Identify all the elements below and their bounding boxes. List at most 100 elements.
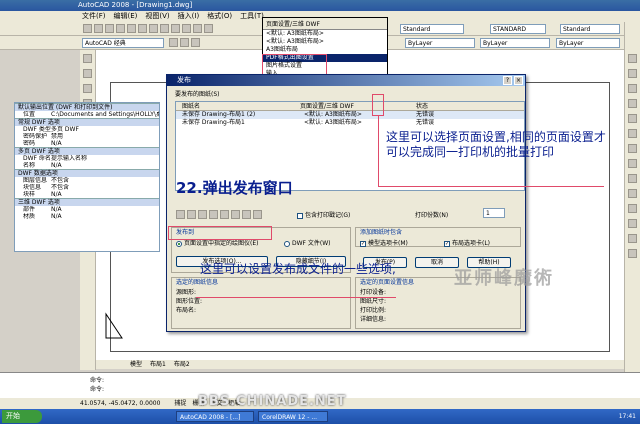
- copies-input[interactable]: 1: [483, 208, 505, 218]
- page-setup-option[interactable]: A3图纸布局: [263, 46, 387, 54]
- cut-icon[interactable]: [149, 24, 158, 33]
- properties-section-title[interactable]: 默认输出位置 (DWF 和打印到文件): [15, 103, 159, 111]
- modify-tool-icon[interactable]: [628, 189, 637, 198]
- help-title-icon[interactable]: ?: [503, 76, 512, 85]
- move-up-icon[interactable]: [209, 210, 218, 219]
- lineweight-combo[interactable]: ByLayer: [556, 38, 620, 48]
- plot-icon[interactable]: [116, 24, 125, 33]
- properties-row[interactable]: DWF 命名提示输入名称: [15, 155, 159, 162]
- property-value[interactable]: N/A: [51, 191, 62, 198]
- menu-item[interactable]: 插入(I): [178, 12, 200, 20]
- modify-tool-icon[interactable]: [628, 129, 637, 138]
- undo-icon[interactable]: [193, 24, 202, 33]
- remove-sheet-icon[interactable]: [198, 210, 207, 219]
- menu-item[interactable]: 视图(V): [145, 12, 169, 20]
- move-down-icon[interactable]: [220, 210, 229, 219]
- tab-1[interactable]: 布局1: [150, 361, 166, 368]
- table-row[interactable]: 未保存 Drawing-布局1 <默认: A3图纸布局> 无错误: [176, 119, 524, 127]
- page-setup-option[interactable]: <默认: A3图纸布局>: [263, 30, 387, 38]
- paste-icon[interactable]: [171, 24, 180, 33]
- publish-icon[interactable]: [138, 24, 147, 33]
- color-combo[interactable]: ByLayer: [405, 38, 475, 48]
- page-setup-cell[interactable]: <默认: A3图纸布局>: [304, 119, 362, 127]
- modify-tool-icon[interactable]: [628, 54, 637, 63]
- polygon-icon[interactable]: [83, 84, 92, 93]
- modify-tool-icon[interactable]: [628, 114, 637, 123]
- layer-manager-icon[interactable]: [180, 38, 189, 47]
- publish-options-panel[interactable]: 默认输出位置 (DWF 和打印到文件) 位置 C:\Documents and Se…: [14, 102, 160, 252]
- save-icon[interactable]: [105, 24, 114, 33]
- property-value[interactable]: C:\Documents and Settings\HOLLY\桌面\: [51, 111, 159, 118]
- modify-tool-icon[interactable]: [628, 249, 637, 258]
- properties-row[interactable]: 部件 N/A: [15, 206, 159, 213]
- cancel-button[interactable]: 取消: [415, 257, 459, 268]
- menu-item[interactable]: 格式(O): [207, 12, 232, 20]
- textstyle-combo[interactable]: Standard: [400, 24, 464, 34]
- modify-tool-icon[interactable]: [628, 174, 637, 183]
- modify-tool-icon[interactable]: [628, 99, 637, 108]
- property-value[interactable]: 不包含: [51, 184, 69, 191]
- properties-row[interactable]: 块样 N/A: [15, 191, 159, 198]
- properties-row[interactable]: 密码保护 禁用: [15, 133, 159, 140]
- load-list-icon[interactable]: [231, 210, 240, 219]
- tab-2[interactable]: 布局2: [174, 361, 190, 368]
- open-file-icon[interactable]: [94, 24, 103, 33]
- match-properties-icon[interactable]: [182, 24, 191, 33]
- workspace-combo[interactable]: AutoCAD 经典: [82, 38, 164, 48]
- page-setup-option[interactable]: <默认: A3图纸布局>: [263, 38, 387, 46]
- modify-tool-icon[interactable]: [628, 159, 637, 168]
- properties-section-title[interactable]: DWF 数据选项: [15, 169, 159, 177]
- table-row[interactable]: 未保存 Drawing-布局1 (2) <默认: A3图纸布局> 无错误: [176, 111, 524, 119]
- properties-section-title[interactable]: 常规 DWF 选项: [15, 118, 159, 126]
- modify-tool-icon[interactable]: [628, 204, 637, 213]
- modify-tool-icon[interactable]: [628, 69, 637, 78]
- properties-row[interactable]: 块信息 不包含: [15, 184, 159, 191]
- plot-stamp-icon[interactable]: [253, 210, 262, 219]
- page-setup-cell[interactable]: <默认: A3图纸布局>: [304, 111, 362, 119]
- modify-tool-icon[interactable]: [628, 144, 637, 153]
- preview-icon[interactable]: [127, 24, 136, 33]
- start-button[interactable]: 开始: [2, 410, 42, 423]
- properties-row[interactable]: DWF 类型多页 DWF: [15, 126, 159, 133]
- property-value[interactable]: N/A: [51, 213, 62, 220]
- properties-section-title[interactable]: 三维 DWF 选项: [15, 198, 159, 206]
- redo-icon[interactable]: [204, 24, 213, 33]
- property-value[interactable]: N/A: [51, 206, 62, 213]
- property-value[interactable]: N/A: [51, 140, 62, 147]
- properties-row[interactable]: 图层信息 不包含: [15, 177, 159, 184]
- add-sheet-icon[interactable]: [187, 210, 196, 219]
- taskbar-autocad[interactable]: AutoCAD 2008 - [...]: [176, 411, 254, 422]
- modify-tool-icon[interactable]: [628, 219, 637, 228]
- polyline-icon[interactable]: [83, 69, 92, 78]
- close-icon[interactable]: ×: [514, 76, 523, 85]
- new-file-icon[interactable]: [83, 24, 92, 33]
- properties-row[interactable]: 位置 C:\Documents and Settings\HOLLY\桌面\: [15, 111, 159, 118]
- model-tab-check[interactable]: ✓ 模型选项卡(M): [360, 238, 408, 247]
- tab-0[interactable]: 模型: [130, 361, 142, 368]
- linetype-combo[interactable]: ByLayer: [480, 38, 550, 48]
- preview-sheet-icon[interactable]: [176, 210, 185, 219]
- modify-tool-icon[interactable]: [628, 234, 637, 243]
- copy-icon[interactable]: [160, 24, 169, 33]
- properties-section-title[interactable]: 多页 DWF 选项: [15, 147, 159, 155]
- radio-dwf[interactable]: DWF 文件(W): [284, 238, 331, 247]
- menu-item[interactable]: 文件(F): [82, 12, 106, 20]
- tablestyle-combo[interactable]: Standard: [560, 24, 620, 34]
- save-list-icon[interactable]: [242, 210, 251, 219]
- property-value[interactable]: 多页 DWF: [51, 126, 79, 133]
- properties-row[interactable]: 名称 N/A: [15, 162, 159, 169]
- property-value[interactable]: 不包含: [51, 177, 69, 184]
- menu-item[interactable]: 编辑(E): [114, 12, 138, 20]
- taskbar-coreldraw[interactable]: CorelDRAW 12 - ...: [258, 411, 328, 422]
- line-icon[interactable]: [83, 54, 92, 63]
- properties-row[interactable]: 材质 N/A: [15, 213, 159, 220]
- modify-tool-icon[interactable]: [628, 84, 637, 93]
- layer-state-icon[interactable]: [191, 38, 200, 47]
- status-toggle[interactable]: 捕捉: [174, 400, 186, 407]
- property-value[interactable]: 禁用: [51, 133, 63, 140]
- property-value[interactable]: N/A: [51, 162, 62, 169]
- layout-tab-check[interactable]: ✓ 布局选项卡(L): [444, 238, 490, 247]
- include-stamp-check[interactable]: 包含打印戳记(G): [297, 210, 350, 219]
- workspace-settings-icon[interactable]: [169, 38, 178, 47]
- dimstyle-combo[interactable]: STANDARD: [490, 24, 546, 34]
